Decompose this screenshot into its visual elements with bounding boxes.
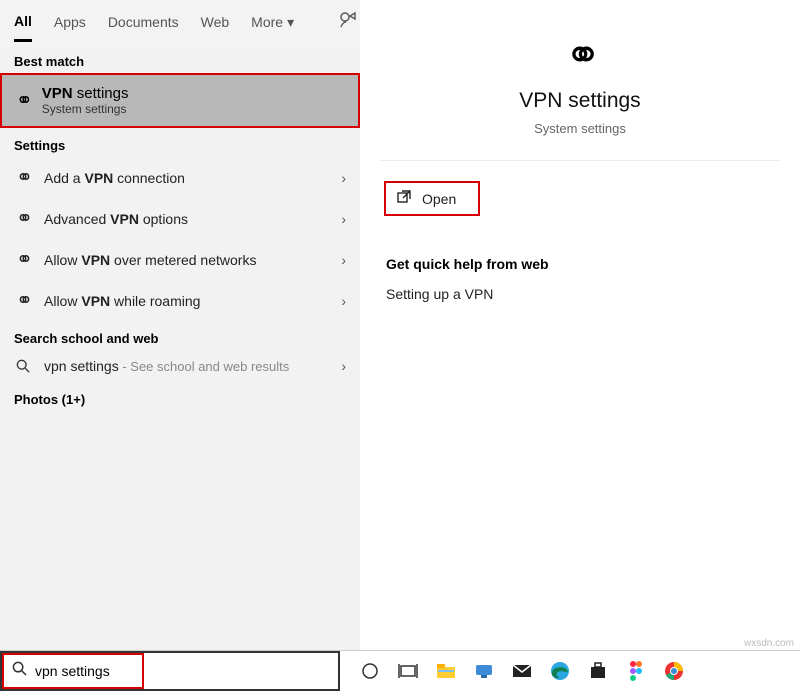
vpn-icon: ⚭: [14, 165, 32, 190]
search-icon: [12, 661, 27, 681]
help-link-setting-up-vpn[interactable]: Setting up a VPN: [386, 286, 780, 302]
chrome-icon[interactable]: [662, 659, 686, 683]
preview-subtitle: System settings: [534, 121, 626, 136]
vpn-icon: ⚭: [14, 206, 32, 231]
web-result-vpn-settings[interactable]: vpn settings - See school and web result…: [0, 350, 360, 382]
mail-icon[interactable]: [510, 659, 534, 683]
setting-vpn-metered[interactable]: ⚭ Allow VPN over metered networks ›: [0, 239, 360, 280]
vpn-icon: ⚭: [16, 88, 30, 113]
tab-all[interactable]: All: [14, 3, 32, 42]
search-icon: [14, 359, 32, 373]
quick-help-heading: Get quick help from web: [386, 256, 774, 272]
vpn-icon: ⚭: [565, 30, 596, 81]
tab-more[interactable]: More▾: [251, 4, 294, 41]
chevron-right-icon: ›: [341, 252, 346, 268]
chevron-right-icon: ›: [341, 358, 346, 374]
taskbar-search-container[interactable]: [0, 651, 340, 691]
vpn-icon: ⚭: [14, 247, 32, 272]
search-tabs: All Apps Documents Web More▾ •••: [0, 0, 360, 44]
result-vpn-settings[interactable]: ⚭ VPN settings System settings: [0, 73, 360, 128]
cortana-icon[interactable]: [358, 659, 382, 683]
setting-add-vpn[interactable]: ⚭ Add a VPN connection ›: [0, 157, 360, 198]
tab-documents[interactable]: Documents: [108, 4, 179, 40]
chevron-right-icon: ›: [341, 211, 346, 227]
feedback-icon[interactable]: [338, 10, 358, 35]
setting-vpn-roaming[interactable]: ⚭ Allow VPN while roaming ›: [0, 280, 360, 321]
file-explorer-icon[interactable]: [434, 659, 458, 683]
settings-heading: Settings: [0, 128, 360, 157]
tab-apps[interactable]: Apps: [54, 4, 86, 40]
tab-web[interactable]: Web: [201, 4, 230, 40]
chevron-right-icon: ›: [341, 170, 346, 186]
taskbar: [0, 651, 800, 691]
open-icon: [396, 189, 412, 208]
edge-icon[interactable]: [548, 659, 572, 683]
open-button[interactable]: Open: [384, 181, 480, 216]
watermark: wxsdn.com: [744, 638, 794, 649]
figma-icon[interactable]: [624, 659, 648, 683]
preview-title: VPN settings: [519, 89, 640, 113]
vpn-icon: ⚭: [14, 288, 32, 313]
chevron-right-icon: ›: [341, 293, 346, 309]
app-icon-1[interactable]: [472, 659, 496, 683]
taskbar-search-input[interactable]: [35, 663, 134, 679]
best-match-heading: Best match: [0, 44, 360, 73]
photos-heading[interactable]: Photos (1+): [0, 382, 360, 411]
search-school-heading: Search school and web: [0, 321, 360, 350]
task-view-icon[interactable]: [396, 659, 420, 683]
preview-hero: ⚭ VPN settings System settings: [380, 30, 780, 161]
setting-advanced-vpn[interactable]: ⚭ Advanced VPN options ›: [0, 198, 360, 239]
chevron-down-icon: ▾: [287, 14, 294, 31]
store-icon[interactable]: [586, 659, 610, 683]
